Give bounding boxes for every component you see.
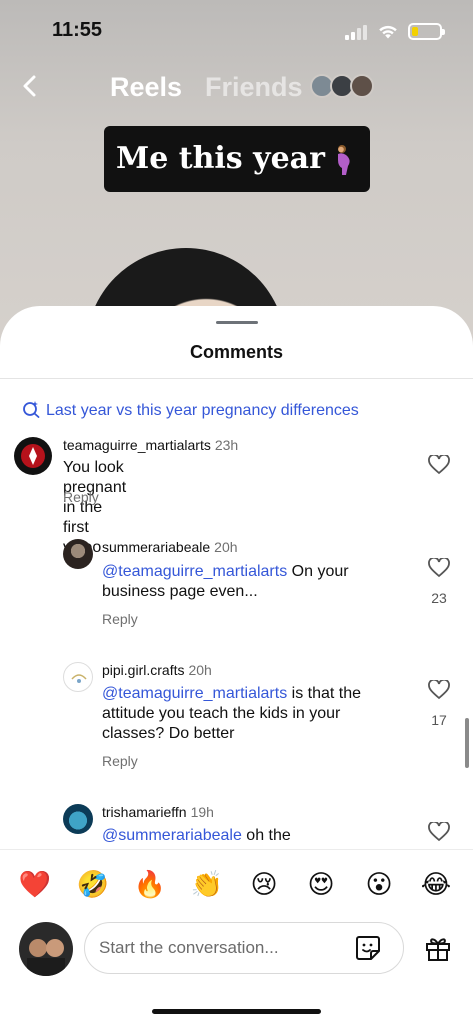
sheet-drag-handle[interactable] [216,321,258,324]
mention-link[interactable]: @teamaguirre_martialarts [102,685,287,702]
comment-username[interactable]: trishamarieffn 19h [102,804,214,820]
caption-text: Me this year [116,141,325,176]
scrollbar[interactable] [465,718,469,768]
tab-friends[interactable]: Friends [205,72,303,103]
comment-username[interactable]: summerariabeale 20h [102,539,238,555]
battery-icon [408,23,445,40]
comment-time: 19h [190,804,214,820]
like-heart-icon[interactable] [428,822,450,842]
gift-icon[interactable] [424,934,452,962]
crafts-logo-icon [71,674,87,683]
pregnant-woman-icon [338,145,350,175]
comment-input-container [84,922,404,974]
cellular-signal-icon [345,24,371,40]
avatar[interactable] [14,437,52,475]
like-count: 17 [431,712,447,728]
reply-button[interactable]: Reply [102,611,138,627]
search-suggestion-link[interactable]: Last year vs this year pregnancy differe… [22,401,359,420]
sheet-title: Comments [189,342,283,362]
comment-username[interactable]: teamaguirre_martialarts 23h [63,437,238,453]
comment-text: @summerariabeale oh the [102,827,291,844]
like-heart-icon[interactable] [428,455,450,475]
mention-link[interactable]: @summerariabeale [102,827,242,844]
comment-time: 20h [188,662,212,678]
comment-input[interactable] [99,923,339,973]
comment-time: 23h [214,437,239,453]
like-heart-icon[interactable] [428,680,450,700]
status-bar: 11:55 [0,0,473,60]
divider [0,378,473,379]
emoji-fire-button[interactable]: 🔥 [132,866,168,902]
status-time: 11:55 [52,19,103,41]
tab-reels[interactable]: Reels [110,72,182,103]
emoji-heart-button[interactable]: ❤️ [17,866,53,902]
friends-avatar-stack[interactable] [310,74,376,98]
quick-emoji-row: ❤️ 🤣 🔥 👏 😢 😍 😮 😂 [0,866,473,902]
emoji-rofl-button[interactable]: 🤣 [75,866,111,902]
emoji-cry-button[interactable]: 😢 [246,866,282,902]
reply-button[interactable]: Reply [63,489,99,505]
video-caption: Me this year [104,126,370,192]
wifi-icon [379,25,397,39]
home-indicator[interactable] [152,1009,321,1014]
mention-link[interactable]: @teamaguirre_martialarts [102,563,287,580]
avatar[interactable] [63,539,93,569]
like-count: 23 [431,590,447,606]
martial-arts-logo-icon [21,444,45,468]
emoji-joy-button[interactable]: 😂 [418,866,454,902]
composer-bar: ❤️ 🤣 🔥 👏 😢 😍 😮 😂 [0,849,473,1024]
avatar[interactable] [63,804,93,834]
comment-time: 20h [214,539,238,555]
profile-photo-icon [27,939,65,976]
my-avatar[interactable] [19,922,73,976]
back-arrow-icon[interactable] [18,72,42,100]
comment-text: @teamaguirre_martialarts is that the att… [102,685,362,742]
avatar[interactable] [63,662,93,692]
reply-button[interactable]: Reply [102,753,138,769]
sticker-icon[interactable] [355,935,381,961]
comment-username[interactable]: pipi.girl.crafts 20h [102,662,212,678]
suggestion-text: Last year vs this year pregnancy differe… [46,402,359,420]
emoji-surprised-button[interactable]: 😮 [361,866,397,902]
emoji-clap-button[interactable]: 👏 [189,866,225,902]
search-sparkle-icon [23,401,40,418]
like-heart-icon[interactable] [428,558,450,578]
emoji-heart-eyes-button[interactable]: 😍 [303,866,339,902]
comment-text: @teamaguirre_martialarts On your busines… [102,563,349,600]
